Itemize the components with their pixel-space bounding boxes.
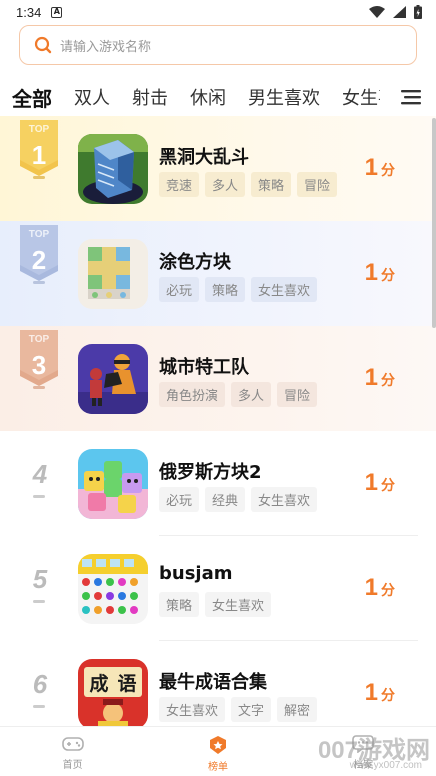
tag-list: 竞速 多人 策略 冒险 [159, 172, 338, 197]
tag-list: 必玩 策略 女生喜欢 [159, 277, 318, 302]
game-tag: 女生喜欢 [159, 697, 226, 722]
tab-duo[interactable]: 双人 [74, 84, 110, 110]
game-icon[interactable] [78, 134, 148, 204]
game-icon[interactable]: 成 语 [78, 659, 148, 726]
list-item[interactable]: 4 俄罗斯方块2 必玩 经典 女生喜欢 1 分 [0, 431, 436, 536]
game-score: 1 分 [364, 259, 395, 286]
game-tag: 解密 [277, 697, 318, 722]
rank-dash [33, 176, 45, 179]
search-bar[interactable]: 请输入游戏名称 [19, 25, 417, 65]
rank-number: 1 [31, 140, 47, 170]
rank-number: 4 [32, 459, 48, 489]
game-tag: 策略 [205, 277, 246, 302]
list-item[interactable]: TOP 1 黑洞大乱斗 竞速 多人 策略 冒险 1 分 [0, 116, 436, 221]
game-tag: 女生喜欢 [251, 277, 318, 302]
rank-dash [33, 600, 45, 603]
rank-dash [33, 495, 45, 498]
status-icons [369, 5, 422, 19]
game-title: 最牛成语合集 [159, 672, 267, 693]
battery-icon [414, 5, 422, 19]
rank-medal-silver: TOP 2 [18, 225, 60, 287]
wifi-icon [369, 6, 385, 18]
game-title: 涂色方块 [159, 252, 231, 273]
list-item[interactable]: 6 成 语 最牛成语合集 女生喜欢 文字 解密 1 分 [0, 641, 436, 726]
rank-dash [33, 386, 45, 389]
game-tag: 多人 [231, 382, 272, 407]
svg-text:成: 成 [89, 672, 108, 695]
game-icon[interactable] [78, 554, 148, 624]
list-item[interactable]: TOP 3 城市特工队 角色扮演 多人 冒险 1 分 [0, 326, 436, 431]
list-item[interactable]: 5 busjam 策略 女生喜欢 1 分 [0, 536, 436, 641]
search-icon [34, 36, 52, 54]
rank-number: 5 [32, 564, 48, 594]
ranking-list: TOP 1 黑洞大乱斗 竞速 多人 策略 冒险 1 分 TOP 2 涂色方块 必… [0, 116, 436, 726]
game-icon[interactable] [78, 239, 148, 309]
game-icon[interactable] [78, 449, 148, 519]
game-score: 1 分 [364, 679, 395, 706]
rank-dash [33, 705, 45, 708]
signal-icon [393, 6, 406, 18]
list-item[interactable]: TOP 2 涂色方块 必玩 策略 女生喜欢 1 分 [0, 221, 436, 326]
rank-dash [33, 281, 45, 284]
notification-icon: A [51, 6, 63, 18]
game-tag: 冒险 [277, 382, 318, 407]
nav-home[interactable]: 首页 [0, 727, 145, 776]
tab-casual[interactable]: 休闲 [190, 84, 226, 110]
game-score: 1 分 [364, 574, 395, 601]
svg-text:语: 语 [117, 673, 136, 695]
game-title: 黑洞大乱斗 [159, 147, 249, 168]
status-bar: 1:34 A [0, 0, 436, 24]
tag-list: 策略 女生喜欢 [159, 592, 272, 617]
game-tag: 女生喜欢 [205, 592, 272, 617]
tag-list: 必玩 经典 女生喜欢 [159, 487, 318, 512]
game-tag: 策略 [251, 172, 292, 197]
tab-girls-favorite[interactable]: 女生喜欢 [342, 84, 380, 110]
nav-ranking[interactable]: 榜单 [145, 727, 290, 776]
watermark-url: www.yx007.com [349, 760, 422, 771]
game-tag: 必玩 [159, 277, 200, 302]
game-tag: 冒险 [297, 172, 338, 197]
menu-icon [401, 90, 421, 105]
trophy-icon [209, 736, 226, 754]
game-title: busjam [159, 563, 233, 584]
game-title: 俄罗斯方块2 [159, 462, 262, 483]
rank-number: 3 [31, 350, 47, 380]
game-tag: 多人 [205, 172, 246, 197]
game-icon[interactable] [78, 344, 148, 414]
tab-menu-button[interactable] [386, 80, 436, 114]
game-score: 1 分 [364, 364, 395, 391]
game-title: 城市特工队 [159, 357, 249, 378]
game-tag: 竞速 [159, 172, 200, 197]
game-tag: 经典 [205, 487, 246, 512]
game-tag: 角色扮演 [159, 382, 226, 407]
tag-list: 角色扮演 多人 冒险 [159, 382, 318, 407]
gamepad-icon [61, 737, 84, 751]
game-tag: 必玩 [159, 487, 200, 512]
tag-list: 女生喜欢 文字 解密 [159, 697, 318, 722]
game-score: 1 分 [364, 469, 395, 496]
category-tabs: 全部 双人 射击 休闲 男生喜欢 女生喜欢 [0, 72, 436, 122]
scrollbar[interactable] [432, 118, 436, 328]
game-tag: 女生喜欢 [251, 487, 318, 512]
game-tag: 文字 [231, 697, 272, 722]
rank-number: 6 [32, 669, 48, 699]
status-time: 1:34 [16, 4, 42, 20]
rank-medal-bronze: TOP 3 [18, 330, 60, 392]
game-score: 1 分 [364, 154, 395, 181]
rank-number: 2 [31, 245, 47, 275]
rank-medal-gold: TOP 1 [18, 120, 60, 182]
search-input[interactable]: 请输入游戏名称 [60, 36, 151, 55]
game-tag: 策略 [159, 592, 200, 617]
tab-all[interactable]: 全部 [12, 83, 52, 112]
tab-shooter[interactable]: 射击 [132, 84, 168, 110]
tab-boys-favorite[interactable]: 男生喜欢 [248, 84, 320, 110]
